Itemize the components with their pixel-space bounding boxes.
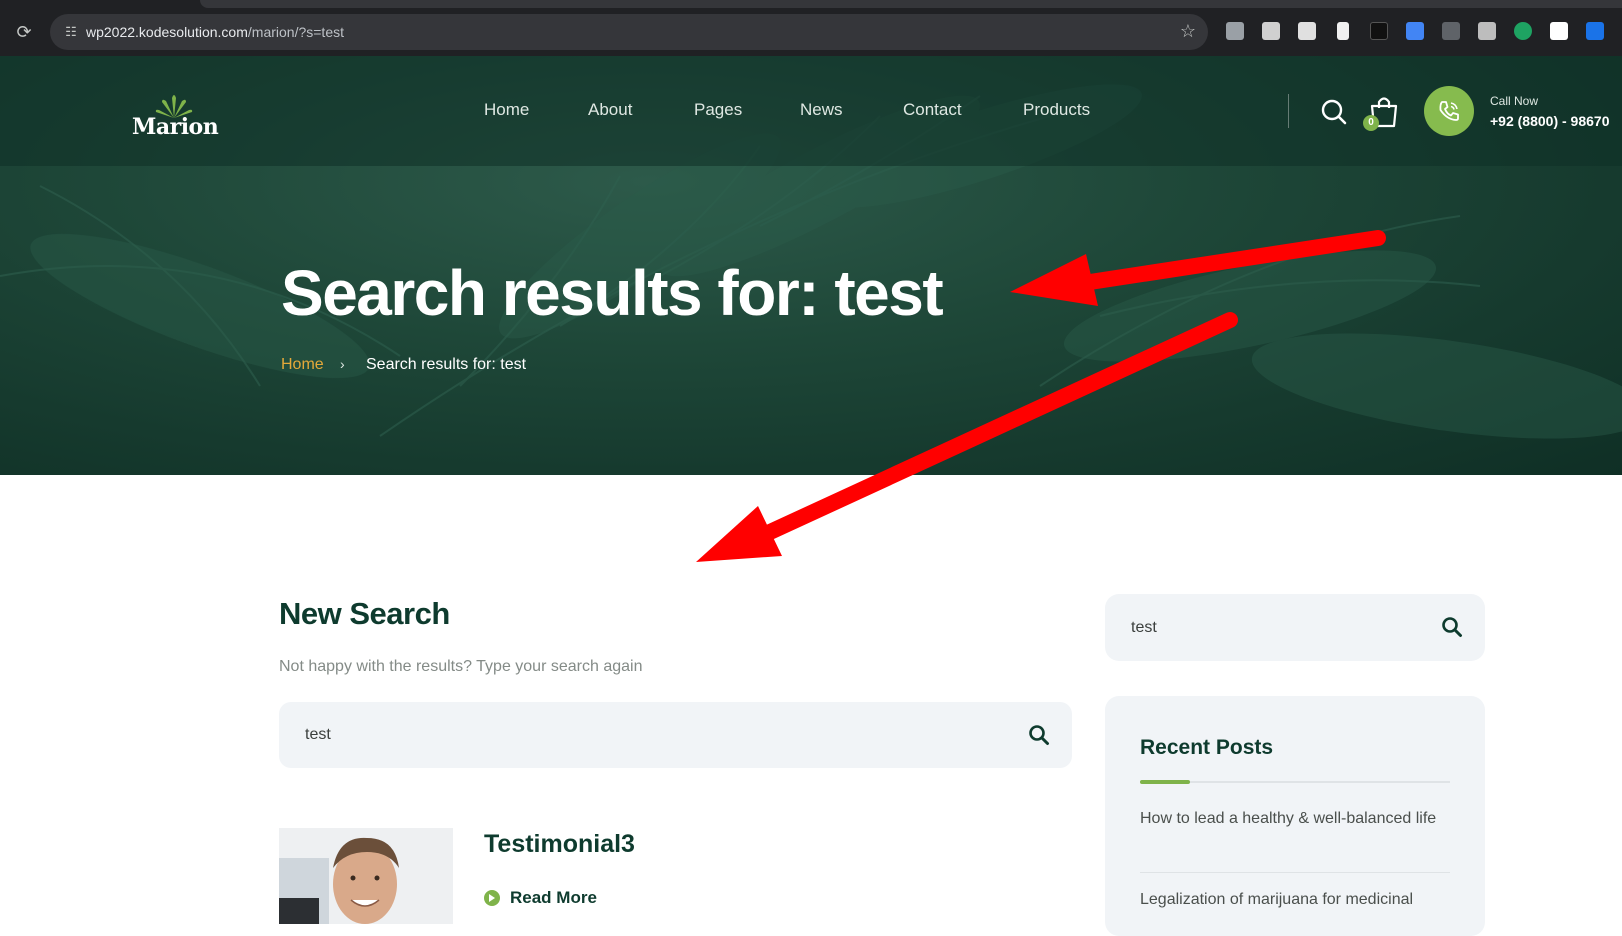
nav-home[interactable]: Home xyxy=(484,100,529,120)
call-now-label: Call Now xyxy=(1490,94,1539,108)
nav-products[interactable]: Products xyxy=(1023,100,1090,120)
docs-extension-icon[interactable] xyxy=(1406,22,1424,40)
url-path: /marion/?s=test xyxy=(247,24,344,40)
nav-about[interactable]: About xyxy=(588,100,632,120)
sidebar-search-icon[interactable] xyxy=(1441,616,1463,638)
new-search-heading: New Search xyxy=(279,596,450,631)
phone-icon xyxy=(1439,101,1459,121)
breadcrumb-separator: › xyxy=(340,356,345,372)
site-settings-icon[interactable]: ☷ xyxy=(62,23,80,41)
cart-count-badge: 0 xyxy=(1363,115,1379,131)
search-submit-icon[interactable] xyxy=(1028,724,1050,746)
l-extension-icon[interactable] xyxy=(1370,22,1388,40)
shield-extension-icon[interactable] xyxy=(1514,22,1532,40)
url-host: wp2022.kodesolution.com xyxy=(86,24,248,40)
sidebar-search-input[interactable]: test xyxy=(1105,594,1485,661)
post-divider xyxy=(1140,872,1450,873)
nav-contact[interactable]: Contact xyxy=(903,100,962,120)
recent-posts-widget: Recent Posts How to lead a healthy & wel… xyxy=(1105,696,1485,936)
new-search-subtitle: Not happy with the results? Type your se… xyxy=(279,658,643,675)
breadcrumb-current: Search results for: test xyxy=(366,356,527,373)
search-extension-icon[interactable] xyxy=(1550,22,1568,40)
phone-extension-icon[interactable] xyxy=(1337,22,1349,40)
search-icon[interactable] xyxy=(1320,98,1348,126)
arrow-circle-icon xyxy=(484,890,500,906)
recycle-extension-icon[interactable] xyxy=(1442,22,1460,40)
heading-underline-accent xyxy=(1140,780,1190,784)
result-thumbnail[interactable] xyxy=(279,828,453,924)
call-button[interactable] xyxy=(1424,86,1474,136)
camera-extension-icon[interactable] xyxy=(1226,22,1244,40)
page-title: Search results for: test xyxy=(281,257,944,329)
header-divider xyxy=(1288,94,1289,128)
nav-pages[interactable]: Pages xyxy=(694,100,742,120)
search-input-value[interactable]: test xyxy=(305,726,331,744)
bird-extension-icon[interactable] xyxy=(1262,22,1280,40)
logo-wordmark: Marion xyxy=(132,114,219,140)
image-extension-icon[interactable] xyxy=(1478,22,1496,40)
nav-news[interactable]: News xyxy=(800,100,843,120)
search-input[interactable]: test xyxy=(279,702,1072,768)
recent-post-link[interactable]: Legalization of marijuana for medicinal xyxy=(1140,885,1450,915)
download-icon[interactable] xyxy=(1586,22,1604,40)
reload-icon[interactable]: ⟳ xyxy=(14,22,34,42)
sidebar-search-value[interactable]: test xyxy=(1131,619,1157,637)
portrait-image xyxy=(279,828,453,924)
browser-toolbar: ⟳ ☷ wp2022.kodesolution.com/marion/?s=te… xyxy=(0,0,1622,56)
recent-posts-heading: Recent Posts xyxy=(1140,736,1274,759)
eyedropper-extension-icon[interactable] xyxy=(1298,22,1316,40)
tab-strip xyxy=(200,0,1622,8)
result-title[interactable]: Testimonial3 xyxy=(484,830,635,859)
site-logo[interactable]: Marion xyxy=(130,92,220,142)
address-bar-url[interactable]: wp2022.kodesolution.com/marion/?s=test xyxy=(86,24,344,40)
bookmark-star-icon[interactable]: ☆ xyxy=(1180,21,1196,42)
page-hero: Marion Home About Pages News Contact Pro… xyxy=(0,56,1622,475)
recent-post-link[interactable]: How to lead a healthy & well-balanced li… xyxy=(1140,804,1450,834)
address-bar[interactable]: ☷ wp2022.kodesolution.com/marion/?s=test… xyxy=(50,14,1208,50)
call-number[interactable]: +92 (8800) - 98670 xyxy=(1490,113,1609,129)
read-more-label: Read More xyxy=(510,888,597,907)
breadcrumb-home[interactable]: Home xyxy=(281,356,324,374)
